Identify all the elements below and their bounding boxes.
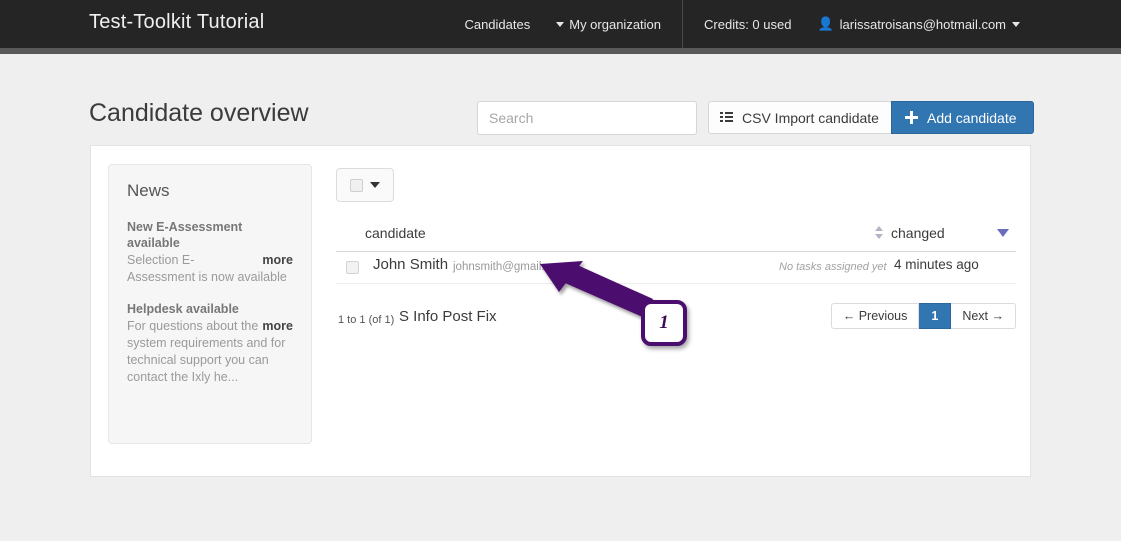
user-icon: 👤 [817, 16, 833, 32]
caret-down-icon [556, 22, 564, 27]
news-item-heading: New E-Assessment available [127, 219, 293, 251]
content-panel: News New E-Assessment available more Sel… [90, 145, 1031, 477]
news-item: New E-Assessment available more Selectio… [127, 219, 293, 286]
page-title: Candidate overview [89, 99, 309, 128]
navbar-divider [682, 0, 683, 48]
nav-credits: Credits: 0 used [691, 0, 804, 48]
news-item-heading: Helpdesk available [127, 301, 293, 317]
pagination-previous[interactable]: ← Previous [831, 303, 920, 329]
pagination: ← Previous 1 Next → [831, 303, 1016, 329]
navbar-right-group: Candidates My organization Credits: 0 us… [451, 0, 1033, 48]
add-candidate-button[interactable]: Add candidate [891, 101, 1034, 134]
candidate-tasks-status: No tasks assigned yet [779, 261, 887, 273]
row-checkbox[interactable] [346, 261, 359, 274]
table-header-row: candidate changed [336, 222, 1016, 252]
news-item: Helpdesk available more For questions ab… [127, 301, 293, 386]
top-navbar: Test-Toolkit Tutorial Candidates My orga… [0, 0, 1121, 48]
nav-user-menu[interactable]: 👤 larissatroisans@hotmail.com [804, 0, 1033, 48]
annotation-badge-1: 1 [641, 300, 687, 346]
brand-title: Test-Toolkit Tutorial [89, 11, 264, 34]
nav-credits-label: Credits: 0 used [704, 17, 791, 32]
navbar-accent-strip [0, 48, 1121, 54]
news-more-link[interactable]: more [262, 318, 293, 335]
nav-user-email: larissatroisans@hotmail.com [840, 17, 1006, 32]
pagination-next[interactable]: Next → [951, 303, 1016, 329]
caret-down-icon[interactable] [370, 182, 380, 188]
candidate-changed-time: 4 minutes ago [894, 257, 979, 272]
news-item-body: more For questions about the system requ… [127, 318, 293, 386]
caret-down-icon[interactable] [997, 229, 1009, 237]
sort-arrows-icon[interactable] [875, 225, 884, 240]
nav-item-candidates[interactable]: Candidates [451, 0, 543, 48]
annotation-badge-label: 1 [659, 312, 669, 334]
nav-item-my-organization[interactable]: My organization [543, 0, 674, 48]
plus-icon [905, 111, 918, 124]
pagination-range: 1 to 1 (of 1) [338, 314, 394, 326]
csv-import-button[interactable]: CSV Import candidate [708, 101, 893, 134]
candidate-name[interactable]: John Smith [373, 256, 448, 273]
news-panel-title: News [127, 181, 293, 201]
candidate-email[interactable]: johnsmith@gmail.com [453, 261, 566, 273]
table-row[interactable]: John Smith johnsmith@gmail.com No tasks … [336, 252, 1016, 284]
nav-item-candidates-label: Candidates [464, 17, 530, 32]
column-header-candidate[interactable]: candidate [365, 225, 426, 241]
news-panel: News New E-Assessment available more Sel… [108, 164, 312, 444]
pagination-page-1[interactable]: 1 [919, 303, 951, 329]
column-header-changed[interactable]: changed [891, 225, 945, 241]
csv-import-label: CSV Import candidate [742, 110, 879, 126]
search-input[interactable] [477, 101, 697, 135]
chevron-down-icon [1012, 22, 1020, 27]
add-candidate-label: Add candidate [927, 110, 1017, 126]
checkbox-icon[interactable] [350, 179, 363, 192]
bulk-select-dropdown[interactable] [336, 168, 394, 202]
news-item-body: more Selection E-Assessment is now avail… [127, 252, 293, 286]
news-more-link[interactable]: more [262, 252, 293, 269]
list-icon [720, 112, 733, 123]
nav-item-my-organization-label: My organization [569, 17, 661, 32]
pagination-postfix: S Info Post Fix [399, 308, 497, 325]
